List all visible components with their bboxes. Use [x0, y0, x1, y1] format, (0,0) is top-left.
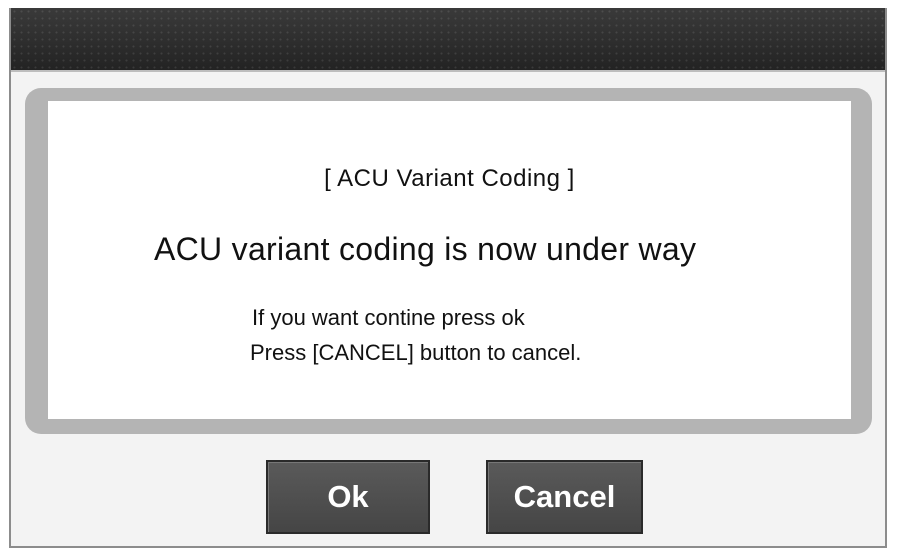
ok-button[interactable]: Ok	[266, 460, 430, 534]
dialog-instruction-cancel: Press [CANCEL] button to cancel.	[250, 340, 582, 365]
cancel-button[interactable]: Cancel	[486, 460, 643, 534]
title-bar-divider	[11, 70, 885, 72]
dialog-window: [ ACU Variant Coding ] ACU variant codin…	[9, 8, 887, 548]
title-bar	[11, 8, 885, 70]
dialog-instruction-ok: If you want contine press ok	[252, 305, 525, 330]
message-panel: [ ACU Variant Coding ] ACU variant codin…	[48, 101, 851, 419]
dialog-headline: ACU variant coding is now under way	[154, 231, 697, 267]
message-frame: [ ACU Variant Coding ] ACU variant codin…	[25, 88, 872, 434]
dialog-title: [ ACU Variant Coding ]	[324, 165, 575, 192]
